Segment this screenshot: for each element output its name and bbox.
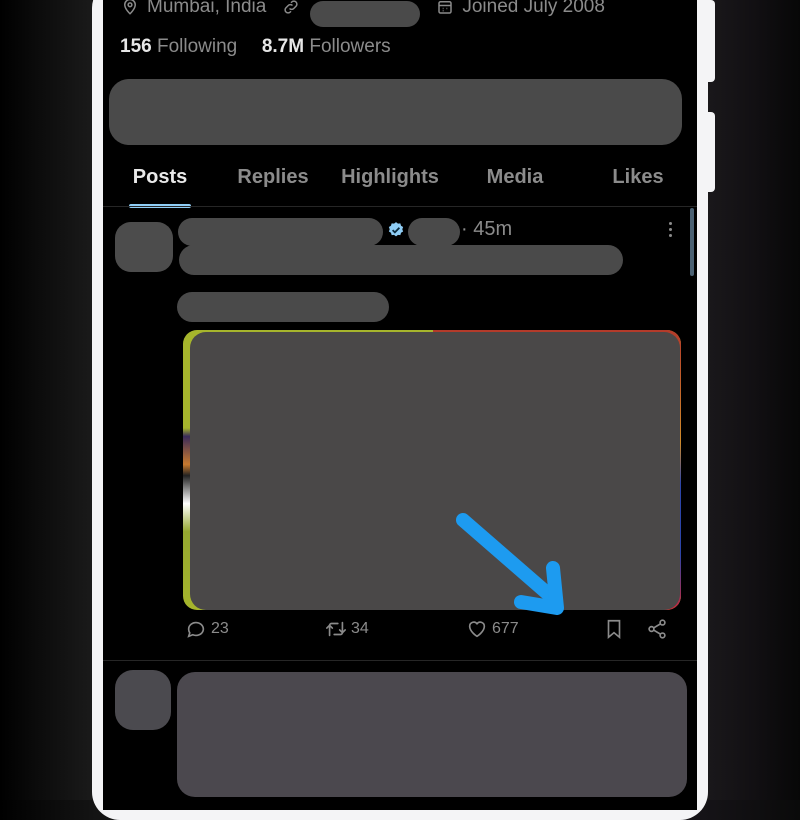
share-icon xyxy=(648,619,666,639)
tab-media-label: Media xyxy=(486,166,544,188)
repost-button[interactable]: 34 xyxy=(325,618,369,640)
background-left xyxy=(0,0,92,800)
followers-label: Followers xyxy=(309,36,391,57)
tab-replies-label: Replies xyxy=(237,166,309,188)
scrollbar[interactable] xyxy=(690,208,694,276)
tab-likes[interactable]: Likes xyxy=(579,156,697,206)
post-author-handle-redacted[interactable] xyxy=(408,218,460,246)
post-author-avatar[interactable] xyxy=(115,222,173,272)
tab-posts-label: Posts xyxy=(132,166,188,188)
tabs-divider xyxy=(103,206,697,207)
phone-volume-up-button xyxy=(706,0,715,82)
calendar-icon xyxy=(438,1,453,14)
following-count: 156 xyxy=(120,36,152,57)
repost-count: 34 xyxy=(351,620,369,637)
following-label: Following xyxy=(156,36,238,57)
tab-media[interactable]: Media xyxy=(451,156,579,206)
like-count: 677 xyxy=(492,620,519,637)
more-vertical-icon[interactable] xyxy=(663,220,677,242)
like-button[interactable]: 677 xyxy=(466,618,519,640)
post-actions: 23 34 677 xyxy=(103,618,697,652)
reply-button[interactable]: 23 xyxy=(185,618,229,640)
profile-bio-redacted xyxy=(109,79,682,145)
profile-location: Mumbai, India xyxy=(147,0,267,17)
post-author-avatar[interactable] xyxy=(115,670,171,730)
share-button[interactable] xyxy=(646,618,672,640)
tab-posts[interactable]: Posts xyxy=(103,156,217,208)
phone-volume-down-button xyxy=(706,112,715,192)
post-author-name-redacted[interactable] xyxy=(178,218,383,246)
tab-replies[interactable]: Replies xyxy=(217,156,329,206)
profile-tabs: Posts Replies Highlights Media Likes xyxy=(103,156,697,208)
bookmark-icon xyxy=(607,619,621,640)
verified-badge-icon xyxy=(388,222,404,237)
annotation-arrow-icon xyxy=(456,513,564,615)
tab-highlights[interactable]: Highlights xyxy=(329,156,451,206)
phone-screen: Mumbai, India Joined July 2008 156 Follo… xyxy=(103,0,697,810)
tab-highlights-label: Highlights xyxy=(341,166,439,188)
post-divider xyxy=(103,660,697,661)
location-pin-icon xyxy=(123,0,137,15)
following-link[interactable]: 156 Following xyxy=(120,36,237,57)
profile-website-redacted[interactable] xyxy=(310,1,421,27)
heart-icon xyxy=(468,621,486,638)
repost-icon xyxy=(326,621,346,637)
reply-count: 23 xyxy=(211,620,229,637)
tab-likes-label: Likes xyxy=(612,166,664,188)
link-icon xyxy=(284,0,298,14)
post-timestamp: · 45m xyxy=(461,218,513,240)
post-text-redacted-line-1 xyxy=(179,245,623,275)
followers-link[interactable]: 8.7M Followers xyxy=(262,36,391,57)
profile-meta-row: Mumbai, India Joined July 2008 xyxy=(121,0,605,27)
post-text-redacted-line-2 xyxy=(177,292,389,322)
profile-joined-date: Joined July 2008 xyxy=(462,0,605,17)
followers-count: 8.7M xyxy=(261,36,305,57)
reply-icon xyxy=(187,621,205,638)
background-right xyxy=(706,0,800,800)
post-content-redacted xyxy=(177,672,687,797)
bookmark-button[interactable] xyxy=(603,618,629,640)
post-media-redacted xyxy=(190,332,680,610)
profile-counts: 156 Following 8.7M Followers xyxy=(120,36,391,58)
